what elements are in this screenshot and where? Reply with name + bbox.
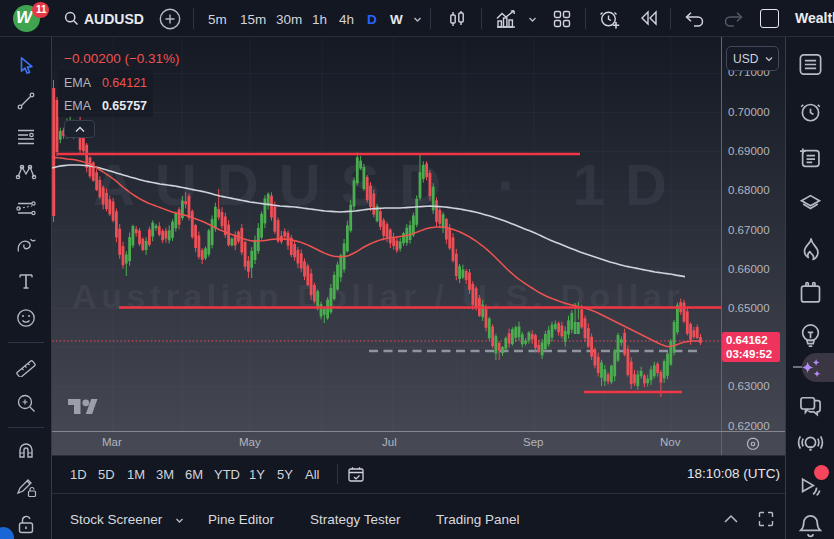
- svg-text:Australian Dollar / U.S. Dolla: Australian Dollar / U.S. Dollar: [72, 277, 684, 315]
